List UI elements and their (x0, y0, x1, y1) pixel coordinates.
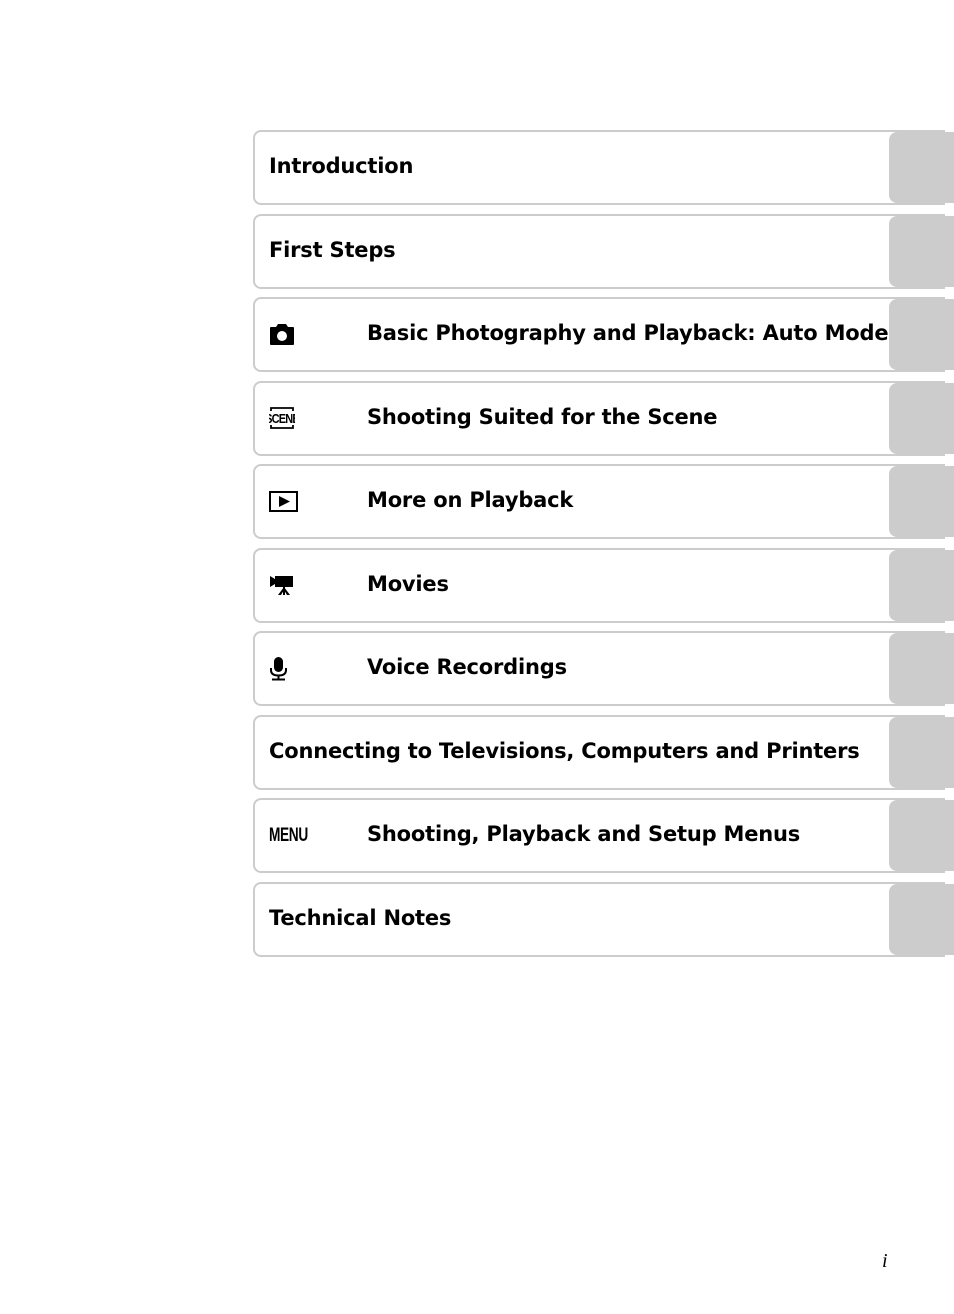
toc-item-introduction[interactable]: Introduction (253, 130, 954, 205)
camera-icon (269, 297, 295, 372)
section-tab[interactable] (889, 800, 954, 871)
toc-item-box (253, 547, 945, 623)
toc-item-box (253, 631, 945, 706)
section-tab[interactable] (889, 132, 954, 203)
toc-item-first-steps[interactable]: First Steps (253, 213, 954, 289)
toc-item-box (253, 464, 945, 539)
toc-item-label: Shooting Suited for the Scene (367, 404, 718, 429)
toc-item-auto-mode[interactable]: Basic Photography and Playback: Auto Mod… (253, 297, 954, 372)
menu-icon-text: MENU (269, 824, 308, 846)
toc-item-playback[interactable]: More on Playback (253, 464, 954, 539)
toc-item-voice-recordings[interactable]: Voice Recordings (253, 631, 954, 706)
section-tab[interactable] (889, 215, 954, 287)
microphone-icon (269, 631, 289, 706)
svg-text:SCENE: SCENE (269, 411, 295, 426)
movie-camera-icon (269, 548, 295, 623)
section-tab[interactable] (889, 382, 954, 454)
scene-icon: SCENE (269, 381, 295, 456)
toc-item-scene[interactable]: SCENE Shooting Suited for the Scene (253, 380, 954, 456)
toc-item-label: Shooting, Playback and Setup Menus (367, 822, 801, 846)
toc-item-label: First Steps (269, 237, 396, 262)
toc-item-label: Basic Photography and Playback: Auto Mod… (367, 321, 889, 345)
toc-item-label: More on Playback (367, 488, 574, 512)
section-tab[interactable] (889, 466, 954, 537)
menu-icon: MENU (269, 798, 323, 873)
toc-item-technical-notes[interactable]: Technical Notes (253, 881, 954, 957)
section-tab[interactable] (889, 883, 954, 955)
toc-item-menus[interactable]: MENU Shooting, Playback and Setup Menus (253, 798, 954, 873)
toc-item-label: Voice Recordings (367, 655, 567, 679)
toc-item-movies[interactable]: Movies (253, 547, 954, 623)
section-tab[interactable] (889, 299, 954, 370)
playback-icon (269, 464, 299, 539)
toc-item-label: Technical Notes (269, 905, 452, 930)
toc-item-label: Movies (367, 571, 449, 596)
section-tab[interactable] (889, 716, 954, 788)
toc-item-connecting[interactable]: Connecting to Televisions, Computers and… (253, 714, 954, 790)
page-number: i (882, 1250, 888, 1272)
table-of-contents: Introduction First Steps Basic Photograp… (253, 130, 954, 965)
toc-item-label: Connecting to Televisions, Computers and… (269, 738, 860, 763)
section-tab[interactable] (889, 633, 954, 704)
toc-item-label: Introduction (269, 154, 414, 178)
section-tab[interactable] (889, 549, 954, 621)
